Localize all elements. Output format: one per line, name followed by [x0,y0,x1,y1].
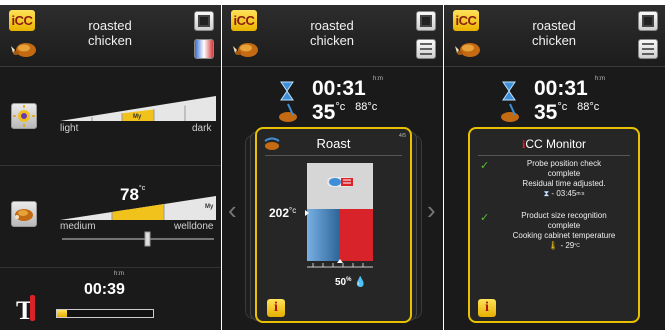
program-button[interactable] [194,11,214,31]
roast-chicken-icon[interactable] [454,38,482,60]
browning-slider[interactable]: My [60,94,216,122]
humidity-value: 50% 💧 [335,277,367,288]
time-unit: h:m [595,76,606,82]
cabinet-temp: 202°c [269,206,297,220]
core-probe-icon[interactable]: T [16,291,38,325]
recipe-title-line2: chicken [531,33,577,48]
browning-icon[interactable] [11,103,37,129]
recipe-title-line1: roasted [88,18,132,33]
roast-chicken-icon[interactable] [10,38,38,60]
program-button[interactable] [416,11,436,31]
info-button[interactable]: i [267,299,285,317]
time-unit: h:m [373,76,384,82]
icc-monitor-panel: iCC roasted chicken h:m 00:31 35°c 88°c … [444,5,665,330]
browning-doneness-panel: iCC roasted chicken My light dark 78°c M… [0,5,221,330]
monitor-item-probe: Probe position check complete Residual t… [522,159,606,198]
fine-adjust-slider[interactable] [60,231,216,247]
recipe-title-line2: chicken [87,33,133,48]
core-temp: 35°c 88°c [312,101,378,124]
core-temp-chicken-icon[interactable] [11,201,37,227]
target-temp: 88°c [577,101,600,113]
core-temp-probe-icon [279,103,297,122]
list-button[interactable] [416,39,436,59]
thermometer-icon: 🌡 [548,241,559,250]
program-button[interactable] [638,11,658,31]
hourglass-icon [280,81,294,101]
browning-my-marker: My [133,114,142,120]
cabinet-graphic [307,163,373,268]
list-button[interactable] [638,39,658,59]
monitor-title: iCC Monitor [521,137,587,151]
header: iCC roasted chicken [444,5,665,67]
divider [0,267,221,268]
hourglass-icon [502,81,516,101]
header: iCC roasted chicken [0,5,221,67]
remaining-time: 00:31 [534,77,588,100]
temp-pointer [305,210,309,216]
info-button[interactable]: i [478,299,496,317]
hourglass-small-icon: ⧗ [543,189,550,198]
timer-progress [56,309,154,318]
browning-light-label: light [60,123,79,134]
remaining-time: 00:31 [312,77,366,100]
core-temp-probe-icon [501,103,519,122]
roast-panel: iCC roasted chicken h:m 00:31 35°c 88°c … [222,5,443,330]
icc-logo[interactable]: iCC [9,10,35,31]
header: iCC roasted chicken [222,5,443,67]
cabinet-button[interactable] [194,39,214,59]
target-temp: 88°c [355,101,378,113]
recipe-title-line1: roasted [532,18,576,33]
check-icon: ✓ [480,212,490,224]
check-icon: ✓ [480,160,490,172]
card-title: Roast [316,136,351,151]
recipe-title-line2: chicken [309,33,355,48]
timer-value: 00:39 [84,281,125,298]
timer-unit: h:m [114,271,125,277]
recipe-title-line1: roasted [310,18,354,33]
browning-dark-label: dark [192,123,212,134]
humidity-drop-icon: 💧 [354,277,367,288]
monitor-item-size: Product size recognition complete Cookin… [512,211,616,250]
doneness-my-marker: My [205,204,214,210]
icc-logo[interactable]: iCC [231,10,257,31]
icc-logo[interactable]: iCC [453,10,479,31]
core-temp: 35°c 88°c [534,101,600,124]
next-arrow[interactable]: › [427,195,436,226]
prev-arrow[interactable]: ‹ [228,195,237,226]
doneness-slider[interactable]: My [60,195,216,221]
divider [0,165,221,166]
roast-chicken-icon[interactable] [232,38,260,60]
roast-step-card[interactable]: Roast 4/5 202°c 50% 💧 i [255,127,412,323]
icc-monitor-card[interactable]: iCC Monitor ✓ Probe position check compl… [468,127,640,323]
card-page-indicator: 4/5 [399,133,406,139]
